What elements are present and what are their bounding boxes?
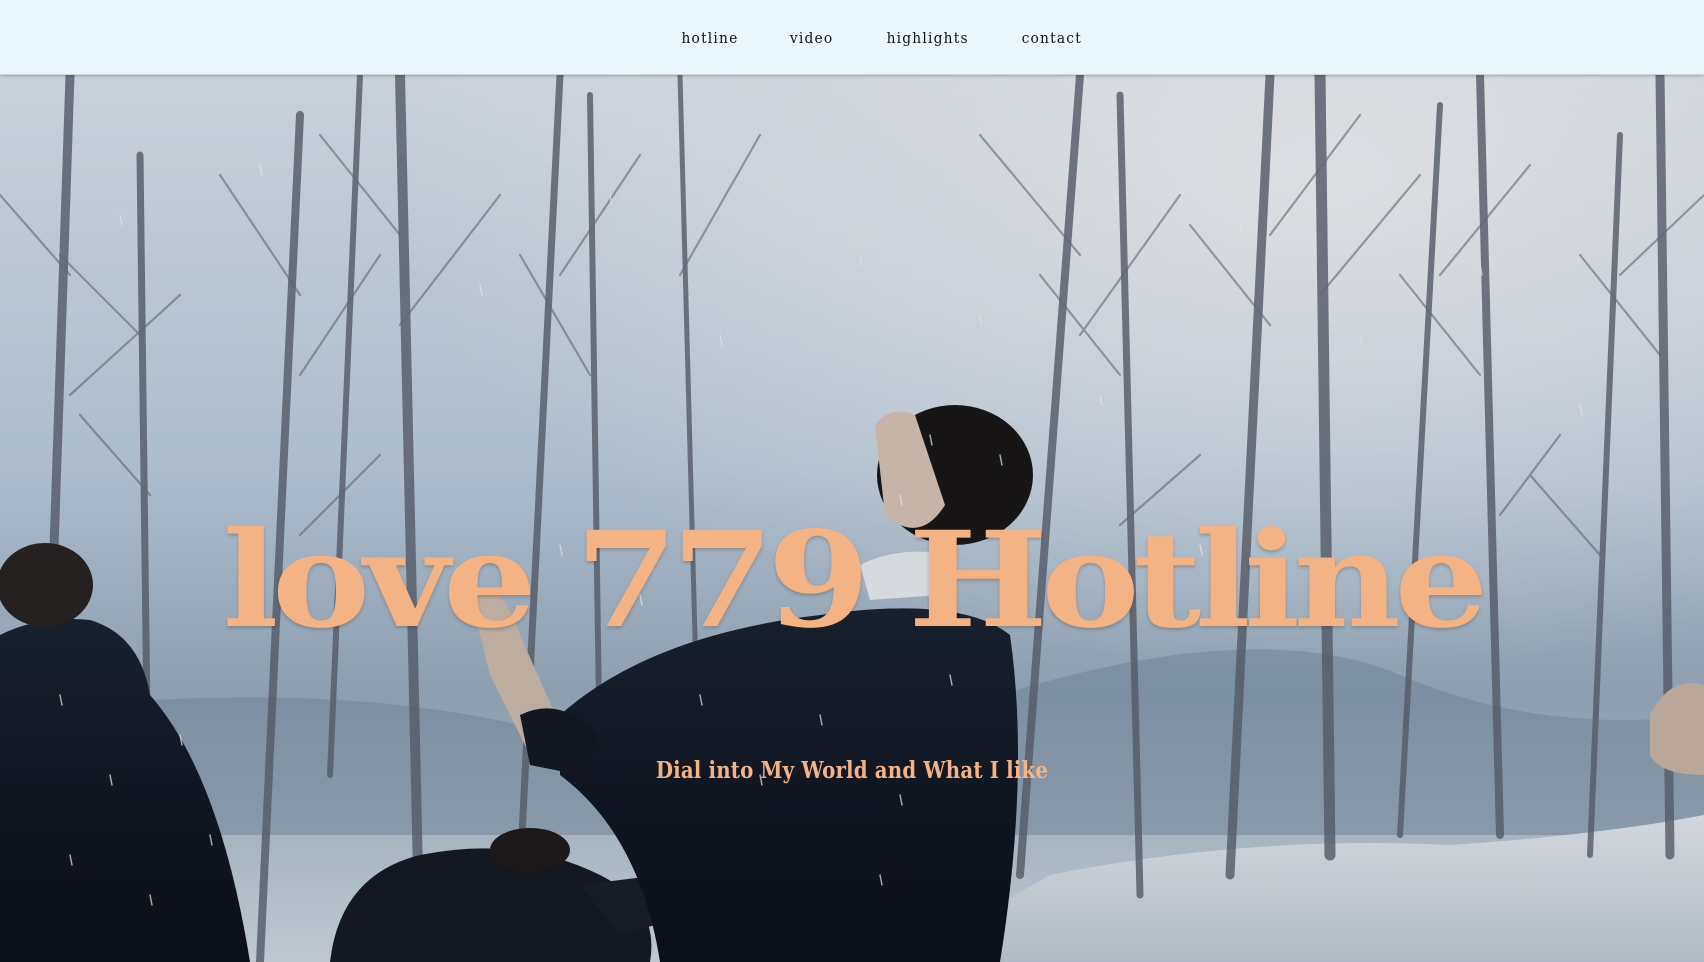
hero-title: love 779 Hotline [222, 503, 1488, 658]
nav-menu: hotline video highlights contact [679, 29, 1084, 47]
nav-link-hotline[interactable]: hotline [682, 29, 739, 47]
nav-link-video[interactable]: video [790, 29, 833, 47]
nav-link-highlights[interactable]: highlights [886, 29, 968, 47]
hero-subtitle: Dial into My World and What I like [655, 757, 1049, 784]
nav-link-contact[interactable]: contact [1022, 29, 1082, 47]
page: hotline video highlights contact love 77… [0, 0, 1704, 962]
hero-section: love 779 Hotline Dial into My World and … [0, 75, 1704, 962]
top-navbar: hotline video highlights contact [0, 0, 1704, 75]
